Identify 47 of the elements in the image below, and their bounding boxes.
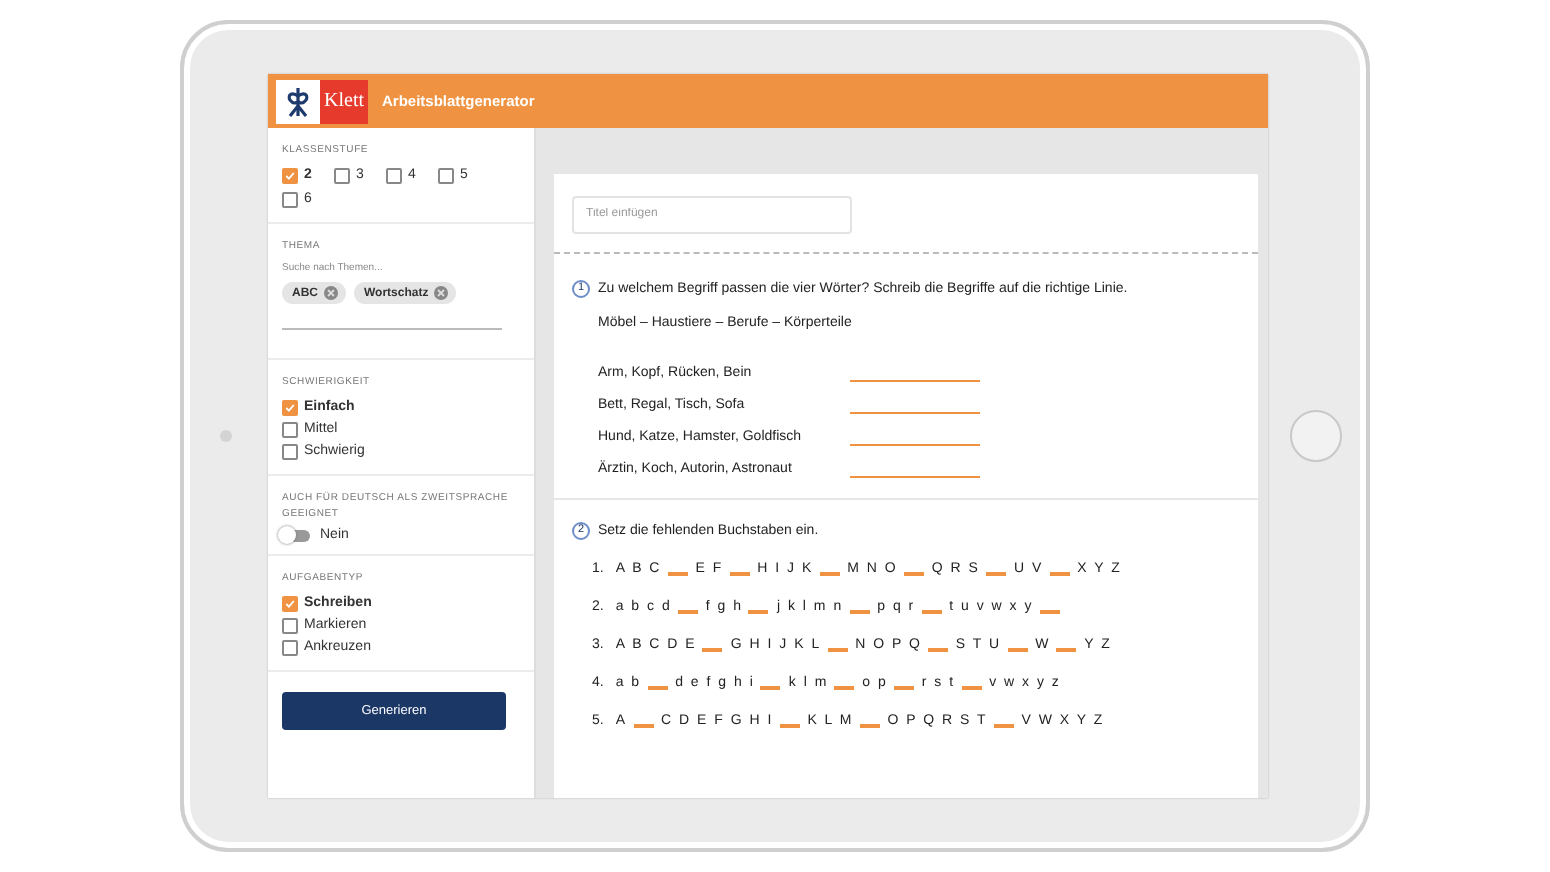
fill-in-line[interactable]	[748, 610, 769, 613]
home-button[interactable]	[1290, 410, 1342, 462]
checkbox[interactable]	[386, 167, 402, 183]
fill-in-line[interactable]	[850, 411, 980, 413]
fill-in-line[interactable]	[729, 572, 750, 575]
fill-in-line[interactable]	[985, 572, 1006, 575]
fill-in-line[interactable]	[849, 610, 870, 613]
fill-in-line[interactable]	[633, 724, 654, 727]
fill-in-line[interactable]	[1007, 648, 1028, 651]
checkbox[interactable]	[438, 167, 454, 183]
fill-in-line[interactable]	[961, 686, 982, 689]
fill-in-line[interactable]	[667, 572, 688, 575]
fill-in-line[interactable]	[677, 610, 698, 613]
fill-in-line[interactable]	[702, 648, 723, 651]
fill-in-line[interactable]	[1049, 572, 1070, 575]
fill-in-line[interactable]	[850, 379, 980, 381]
fill-in-line[interactable]	[903, 572, 924, 575]
camera-icon	[220, 430, 232, 442]
checkbox[interactable]	[282, 443, 298, 459]
fill-in-line[interactable]	[1039, 610, 1060, 613]
fill-in-line[interactable]	[760, 686, 781, 689]
checkbox[interactable]	[282, 167, 298, 183]
fill-in-line[interactable]	[834, 686, 855, 689]
fill-in-line[interactable]	[827, 648, 848, 651]
fill-in-line[interactable]	[921, 610, 942, 613]
fill-in-line[interactable]	[850, 475, 980, 477]
fill-in-line[interactable]	[1056, 648, 1077, 651]
toggle-switch[interactable]	[282, 529, 310, 541]
checkbox[interactable]	[282, 191, 298, 207]
fill-in-line[interactable]	[893, 686, 914, 689]
brand-name: Klett	[320, 79, 368, 123]
fill-in-line[interactable]	[819, 572, 840, 575]
fill-in-line[interactable]	[993, 724, 1014, 727]
checkbox[interactable]	[282, 639, 298, 655]
fill-in-line[interactable]	[927, 648, 948, 651]
checkbox[interactable]	[282, 595, 298, 611]
checkbox[interactable]	[282, 421, 298, 437]
lily-icon	[276, 79, 320, 123]
checkbox[interactable]	[334, 167, 350, 183]
remove-icon[interactable]	[434, 286, 449, 300]
fill-in-line[interactable]	[779, 724, 800, 727]
checkbox[interactable]	[282, 399, 298, 415]
fill-in-line[interactable]	[859, 724, 880, 727]
fill-in-line[interactable]	[850, 443, 980, 445]
fill-in-line[interactable]	[647, 686, 668, 689]
remove-icon[interactable]	[324, 286, 338, 300]
checkbox[interactable]	[282, 617, 298, 633]
